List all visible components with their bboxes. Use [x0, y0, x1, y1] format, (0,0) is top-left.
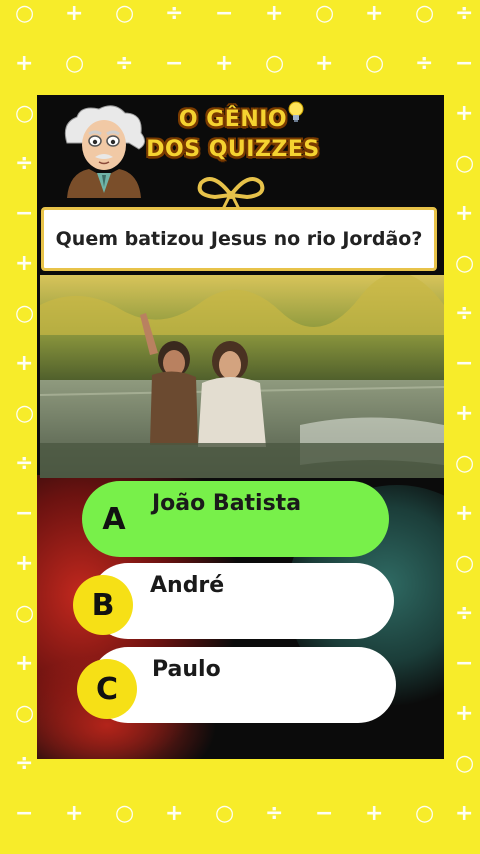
background-symbol: + [455, 701, 474, 726]
background-symbol: ÷ [15, 751, 34, 776]
background-symbol: ○ [215, 801, 235, 826]
background-symbol: ○ [115, 1, 135, 26]
background-symbol: + [315, 51, 334, 76]
answer-option-a[interactable]: A João Batista [82, 481, 389, 557]
background-symbol: ○ [315, 1, 335, 26]
background-symbol: + [65, 1, 84, 26]
background-symbol: + [15, 251, 34, 276]
background-symbol: − [165, 51, 184, 76]
answer-letter-a: A [102, 501, 126, 537]
background-symbol: − [15, 501, 34, 526]
background-symbol: ○ [455, 551, 475, 576]
background-symbol: + [215, 51, 234, 76]
answer-option-b[interactable]: André [90, 563, 394, 639]
background-symbol: ○ [455, 151, 475, 176]
background-symbol: ○ [65, 51, 85, 76]
background-symbol: + [455, 401, 474, 426]
background-symbol: ÷ [115, 51, 134, 76]
answer-letter-b: B [73, 575, 133, 635]
answer-letter-c: C [77, 659, 137, 719]
background-symbol: + [15, 551, 34, 576]
quiz-card: O GÊNIO DOS QUIZZES Quem batizou Jesus n… [37, 95, 444, 759]
background-symbol: − [315, 801, 334, 826]
background-symbol: − [455, 651, 474, 676]
background-symbol: ○ [455, 751, 475, 776]
background-symbol: + [455, 501, 474, 526]
background-symbol: − [455, 51, 474, 76]
background-symbol: + [365, 801, 384, 826]
background-symbol: ÷ [15, 451, 34, 476]
background-symbol: + [15, 51, 34, 76]
answer-text-a: João Batista [152, 491, 302, 516]
background-symbol: + [65, 801, 84, 826]
background-symbol: ÷ [165, 1, 184, 26]
background-symbol: + [455, 101, 474, 126]
question-text: Quem batizou Jesus no rio Jordão? [41, 207, 437, 271]
background-symbol: − [15, 201, 34, 226]
background-symbol: ○ [455, 451, 475, 476]
background-symbol: ÷ [415, 51, 434, 76]
background-symbol: + [365, 1, 384, 26]
background-symbol: ○ [15, 601, 35, 626]
background-symbol: ○ [15, 401, 35, 426]
background-symbol: ○ [365, 51, 385, 76]
background-symbol: + [455, 801, 474, 826]
background-symbol: ○ [455, 251, 475, 276]
background-symbol: − [455, 351, 474, 376]
background-symbol: ÷ [265, 801, 284, 826]
answer-text-c: Paulo [152, 657, 221, 682]
background-symbol: − [15, 801, 34, 826]
background-symbol: + [15, 351, 34, 376]
brand-line-2: DOS QUIZZES [146, 137, 320, 162]
background-symbol: ○ [15, 1, 35, 26]
background-symbol: ÷ [15, 151, 34, 176]
background-symbol: ○ [415, 801, 435, 826]
answer-text-b: André [150, 573, 225, 598]
background-symbol: ○ [415, 1, 435, 26]
background-symbol: + [15, 651, 34, 676]
background-symbol: ÷ [455, 301, 474, 326]
lightbulb-icon [288, 101, 304, 122]
background-symbol: ○ [15, 101, 35, 126]
background-symbol: ÷ [455, 1, 474, 26]
background-symbol: + [265, 1, 284, 26]
background-symbol: + [165, 801, 184, 826]
background-symbol: ○ [115, 801, 135, 826]
ribbon-bow-icon [197, 177, 265, 209]
background-symbol: ○ [15, 701, 35, 726]
background-symbol: ÷ [455, 601, 474, 626]
background-symbol: ○ [265, 51, 285, 76]
background-symbol: − [215, 1, 234, 26]
background-symbol: + [455, 201, 474, 226]
question-image [40, 275, 444, 478]
background-symbol: ○ [15, 301, 35, 326]
